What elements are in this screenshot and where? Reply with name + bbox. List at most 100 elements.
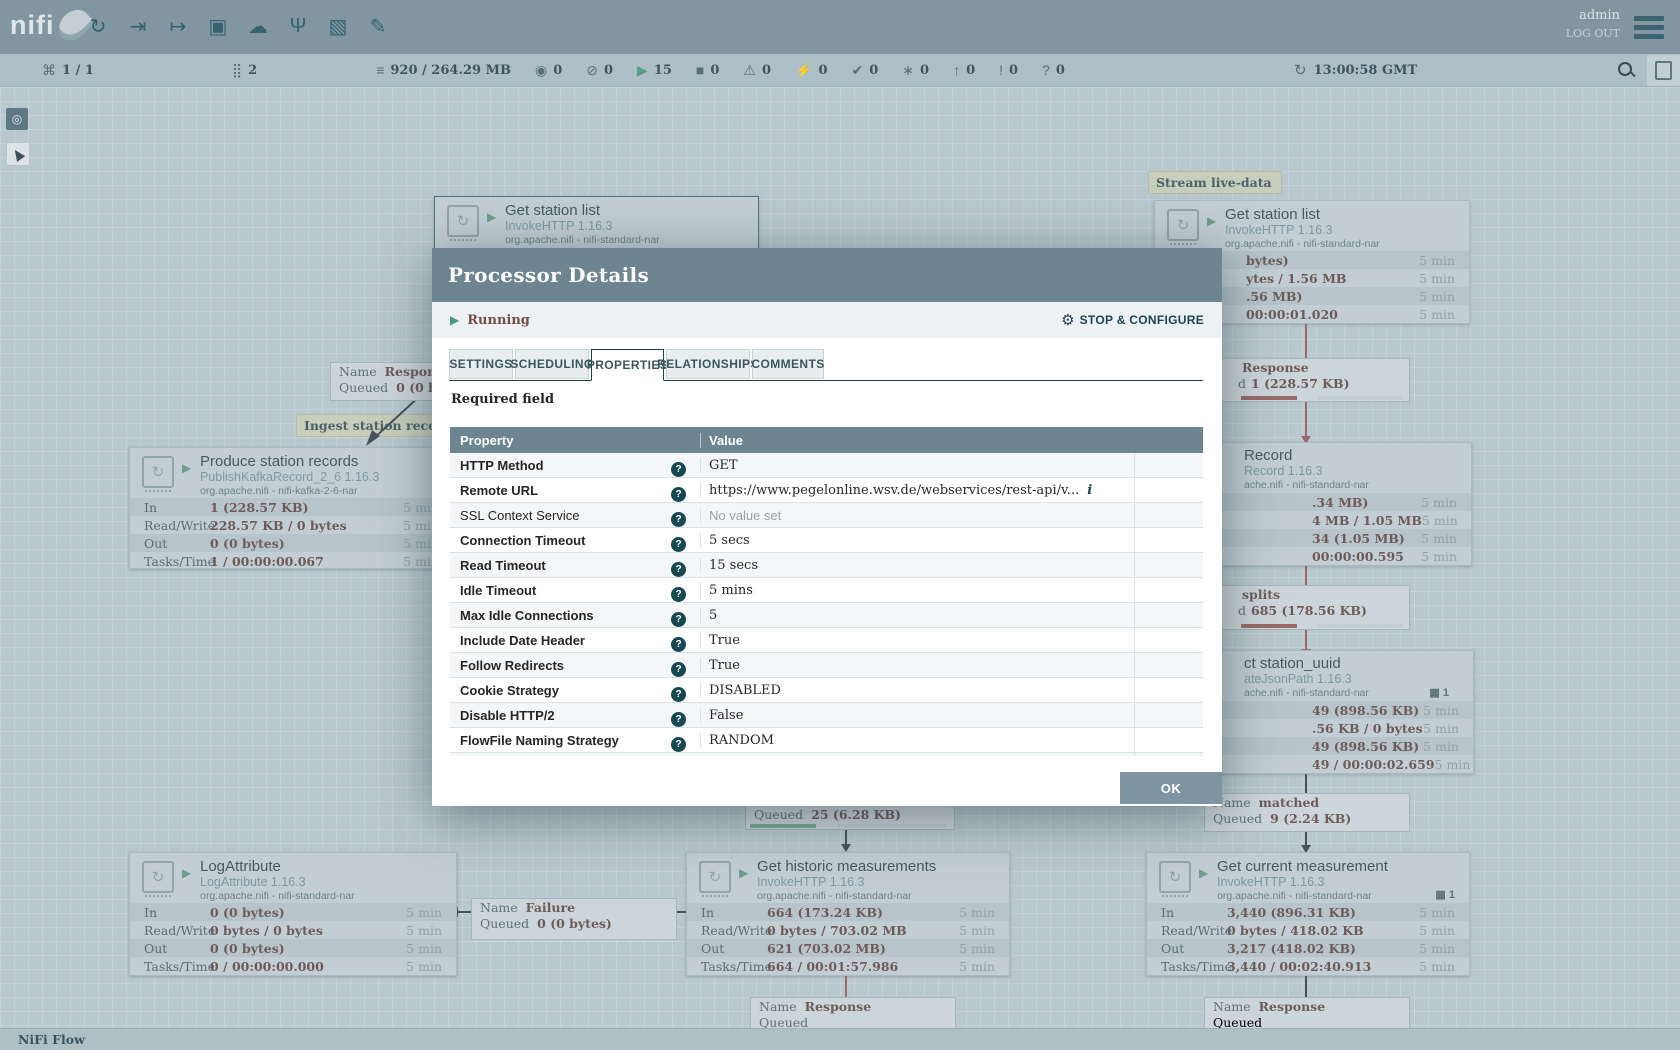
- stat-row: Read/Write 0 bytes / 0 bytes 5 min: [130, 921, 456, 939]
- clustered-nodes-count: ⌘ 1 / 1: [42, 62, 94, 79]
- processor-bundle: ache.nifi - nifi-standard-nar: [1244, 479, 1369, 491]
- status-icon: ≡: [376, 62, 384, 78]
- label-stream-live-data[interactable]: Stream live-data: [1148, 171, 1282, 194]
- connection-label-response-2[interactable]: Response d1 (228.57 KB): [1199, 358, 1410, 402]
- help-icon[interactable]: ?: [671, 612, 686, 627]
- table-row[interactable]: HTTP Method? GET: [450, 453, 1203, 478]
- tab-settings[interactable]: SETTINGS: [449, 349, 513, 379]
- processor-bundle: org.apache.nifi - nifi-standard-nar: [505, 234, 660, 246]
- connection-line: [1305, 830, 1307, 845]
- connection-label-queued[interactable]: Queued25 (6.28 KB): [745, 805, 955, 830]
- help-icon[interactable]: ?: [671, 737, 686, 752]
- dialog-title: Processor Details: [448, 263, 649, 287]
- processor-name: Get historic measurements: [757, 858, 936, 875]
- processor-get-historic-measurements[interactable]: ↻ ▶ Get historic measurements InvokeHTTP…: [686, 852, 1010, 976]
- info-icon[interactable]: i: [1087, 483, 1092, 498]
- table-row[interactable]: Remote URL? https://www.pegelonline.wsv.…: [450, 478, 1203, 503]
- table-row[interactable]: Idle Timeout? 5 mins: [450, 578, 1203, 603]
- processor-type: PublishKafkaRecord_2_6 1.16.3: [200, 470, 379, 484]
- connection-label-failure[interactable]: NameFailure Queued0 (0 bytes): [471, 898, 677, 940]
- funnel-icon[interactable]: Ψ: [284, 10, 312, 42]
- refresh-icon[interactable]: ↻: [1294, 61, 1307, 79]
- sync-failure-count: ? 0: [1042, 62, 1065, 78]
- table-row[interactable]: Read Timeout? 15 secs: [450, 553, 1203, 578]
- tab-relationships[interactable]: RELATIONSHIPS: [666, 349, 750, 379]
- help-icon[interactable]: ?: [671, 687, 686, 702]
- help-icon[interactable]: ?: [671, 537, 686, 552]
- processor-name: Produce station records: [200, 453, 379, 470]
- table-row[interactable]: Cookie Strategy? DISABLED: [450, 678, 1203, 703]
- status-count: 0: [869, 63, 878, 78]
- connection-label-splits[interactable]: splits d685 (178.56 KB): [1199, 585, 1410, 630]
- processor-icon[interactable]: ↻: [84, 10, 112, 42]
- table-row[interactable]: Include Date Header? True: [450, 628, 1203, 653]
- template-icon[interactable]: ▧: [324, 10, 352, 42]
- footer: NiFi Flow: [0, 1028, 1680, 1050]
- table-row[interactable]: Max Idle Connections? 5: [450, 603, 1203, 628]
- table-row[interactable]: Follow Redirects? True: [450, 653, 1203, 678]
- table-row[interactable]: Attributes to Send? No value set: [450, 753, 1203, 756]
- connection-label-response[interactable]: NameResponse Queued0 (0 bytes): [330, 362, 444, 401]
- help-icon[interactable]: ?: [671, 562, 686, 577]
- queued-count: ≡ 920 / 264.29 MB: [376, 62, 511, 78]
- input-port-icon[interactable]: ⇥: [124, 10, 152, 42]
- status-icon: ■: [696, 62, 704, 78]
- help-icon[interactable]: ?: [671, 662, 686, 677]
- status-count: 0: [966, 63, 975, 78]
- backpressure-bar: [838, 824, 946, 828]
- table-row[interactable]: SSL Context Service? No value set: [450, 503, 1203, 528]
- table-row[interactable]: Connection Timeout? 5 secs: [450, 528, 1203, 553]
- stop-and-configure-button[interactable]: ⚙ STOP & CONFIGURE: [1061, 311, 1204, 329]
- help-icon[interactable]: ?: [671, 512, 686, 527]
- breadcrumb[interactable]: NiFi Flow: [0, 1029, 1680, 1050]
- global-menu-icon[interactable]: [1634, 16, 1664, 43]
- processor-produce-station-records[interactable]: ↻ ▶ Produce station records PublishKafka…: [129, 447, 454, 569]
- processor-icon: ↻: [142, 456, 174, 488]
- status-items: ⌘ 1 / 1 ⣿ 2 ≡ 920 / 264.29 MB ◉ 0 ⊘ 0 ▶ …: [42, 54, 1089, 86]
- status-count: 0: [604, 63, 613, 78]
- pointer-tool-icon[interactable]: [6, 142, 30, 166]
- user-block: admin LOG OUT: [1566, 8, 1620, 40]
- stat-row: Tasks/Time 1 / 00:00:00.067 5 min: [130, 552, 453, 570]
- status-icon: !: [999, 62, 1003, 78]
- processor-logattribute[interactable]: ↻ ▶ LogAttribute LogAttribute 1.16.3 org…: [129, 852, 457, 976]
- status-count: 0: [1056, 63, 1065, 78]
- help-icon[interactable]: ?: [671, 487, 686, 502]
- output-port-icon[interactable]: ↦: [164, 10, 192, 42]
- tab-comments[interactable]: COMMENTS: [752, 349, 824, 379]
- status-icon: ∗: [902, 62, 914, 79]
- locally-modified-stale-count: ! 0: [999, 62, 1018, 78]
- processor-get-current-measurement[interactable]: ↻ ▶ Get current measurement InvokeHTTP 1…: [1146, 852, 1470, 976]
- connection-line: [845, 828, 847, 844]
- column-value: Value: [700, 433, 1134, 448]
- help-icon[interactable]: ?: [671, 462, 686, 477]
- help-icon[interactable]: ?: [671, 712, 686, 727]
- status-icon: ?: [1042, 62, 1050, 78]
- tab-scheduling[interactable]: SCHEDULING: [515, 349, 589, 379]
- backpressure-bar: [1241, 396, 1297, 400]
- status-icon: ⣿: [232, 62, 242, 79]
- table-row[interactable]: Disable HTTP/2? False: [450, 703, 1203, 728]
- help-icon[interactable]: ?: [671, 637, 686, 652]
- status-icon: ⌘: [42, 62, 56, 79]
- connection-label-matched[interactable]: Namematched Queued9 (2.24 KB): [1204, 793, 1410, 832]
- invalid-count: ⚠ 0: [743, 62, 771, 79]
- app-header: nifi ↻⇥↦▣☁Ψ▧✎ admin LOG OUT: [0, 0, 1680, 54]
- stat-row: Out 0 (0 bytes) 5 min: [130, 939, 456, 957]
- settings-panel-icon[interactable]: [1647, 55, 1680, 86]
- tab-properties[interactable]: PROPERTIES: [591, 349, 664, 381]
- stopped-count: ■ 0: [696, 62, 720, 78]
- label-icon[interactable]: ✎: [364, 10, 392, 42]
- processor-bundle: ache.nifi - nifi-standard-nar: [1244, 687, 1369, 699]
- ok-button[interactable]: OK: [1120, 772, 1222, 804]
- birdseye-icon[interactable]: ◎: [6, 108, 28, 130]
- status-count: 15: [654, 63, 672, 78]
- processor-bundle: org.apache.nifi - nifi-standard-nar: [200, 890, 355, 902]
- remote-process-group-icon[interactable]: ☁: [244, 10, 272, 42]
- logout-link[interactable]: LOG OUT: [1566, 27, 1620, 40]
- search-icon[interactable]: [1616, 60, 1636, 80]
- table-row[interactable]: FlowFile Naming Strategy? RANDOM: [450, 728, 1203, 753]
- process-group-icon[interactable]: ▣: [204, 10, 232, 42]
- status-count: 0: [762, 63, 771, 78]
- help-icon[interactable]: ?: [671, 587, 686, 602]
